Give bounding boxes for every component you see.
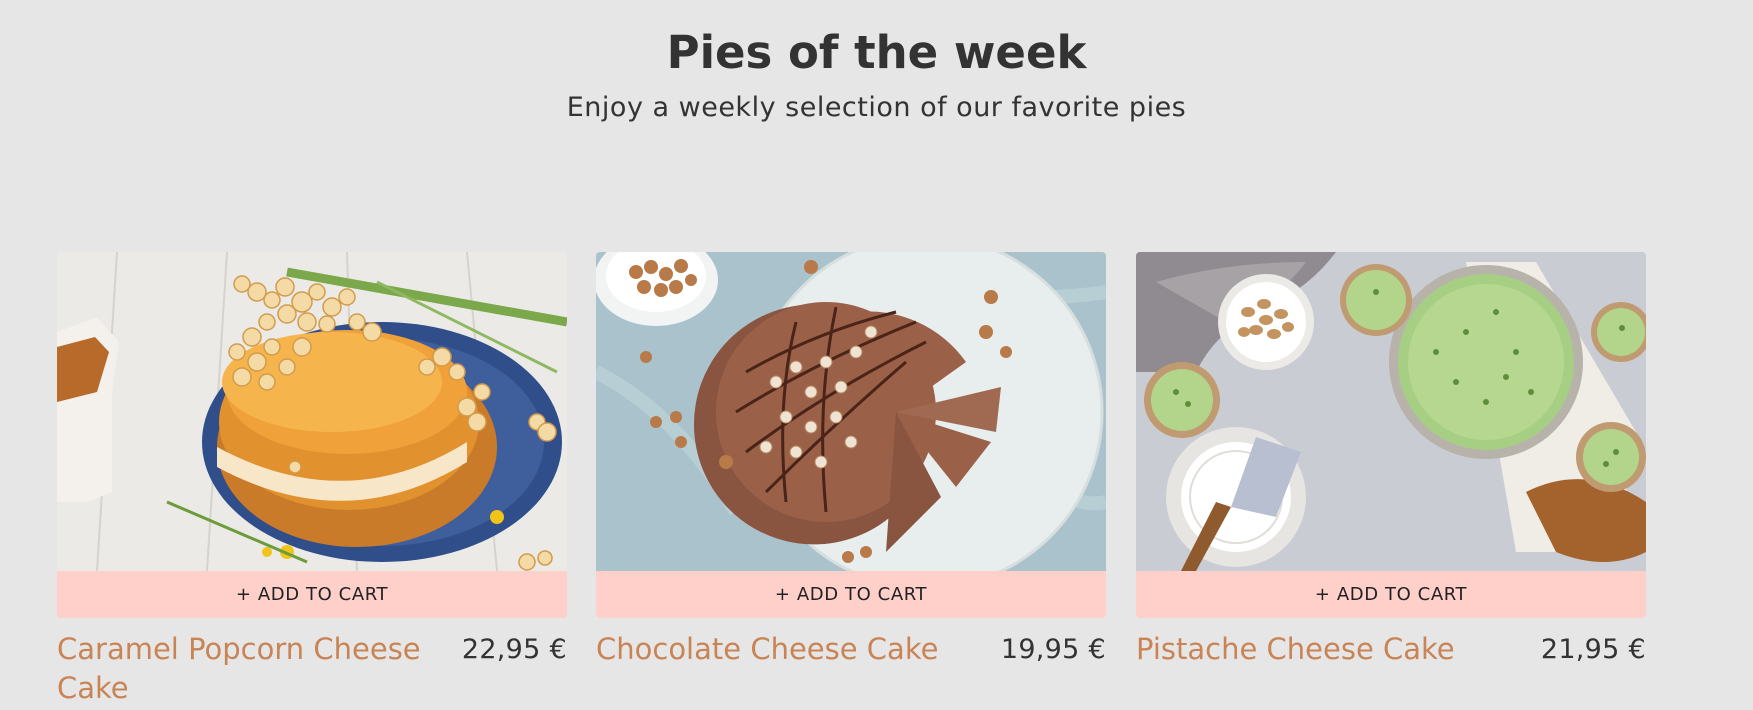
product-image[interactable] xyxy=(1136,252,1646,571)
add-to-cart-button[interactable]: + ADD TO CART xyxy=(596,571,1106,618)
product-image[interactable] xyxy=(57,252,567,571)
chocolate-cheesecake-image xyxy=(596,252,1106,571)
product-name-link[interactable]: Caramel Popcorn Cheese Cake xyxy=(57,630,457,708)
product-card: + ADD TO CART Caramel Popcorn Cheese Cak… xyxy=(57,252,567,710)
product-name-link[interactable]: Pistache Cheese Cake xyxy=(1136,630,1536,669)
product-info: Chocolate Cheese Cake 19,95 € xyxy=(596,630,1106,710)
add-to-cart-button[interactable]: + ADD TO CART xyxy=(57,571,567,618)
product-info: Caramel Popcorn Cheese Cake 22,95 € xyxy=(57,630,567,710)
product-price: 21,95 € xyxy=(1540,634,1646,665)
pistachio-cheesecake-image xyxy=(1136,252,1646,571)
page-subtitle: Enjoy a weekly selection of our favorite… xyxy=(566,92,1187,123)
caramel-cheesecake-image xyxy=(57,252,567,571)
product-price: 19,95 € xyxy=(1000,634,1106,665)
product-name-link[interactable]: Chocolate Cheese Cake xyxy=(596,630,996,669)
add-to-cart-button[interactable]: + ADD TO CART xyxy=(1136,571,1646,618)
product-price: 22,95 € xyxy=(461,634,567,665)
product-info: Pistache Cheese Cake 21,95 € xyxy=(1136,630,1646,710)
product-image[interactable] xyxy=(596,252,1106,571)
product-card: + ADD TO CART Pistache Cheese Cake 21,95… xyxy=(1136,252,1646,710)
page-title: Pies of the week xyxy=(666,26,1087,79)
product-card: + ADD TO CART Chocolate Cheese Cake 19,9… xyxy=(596,252,1106,710)
